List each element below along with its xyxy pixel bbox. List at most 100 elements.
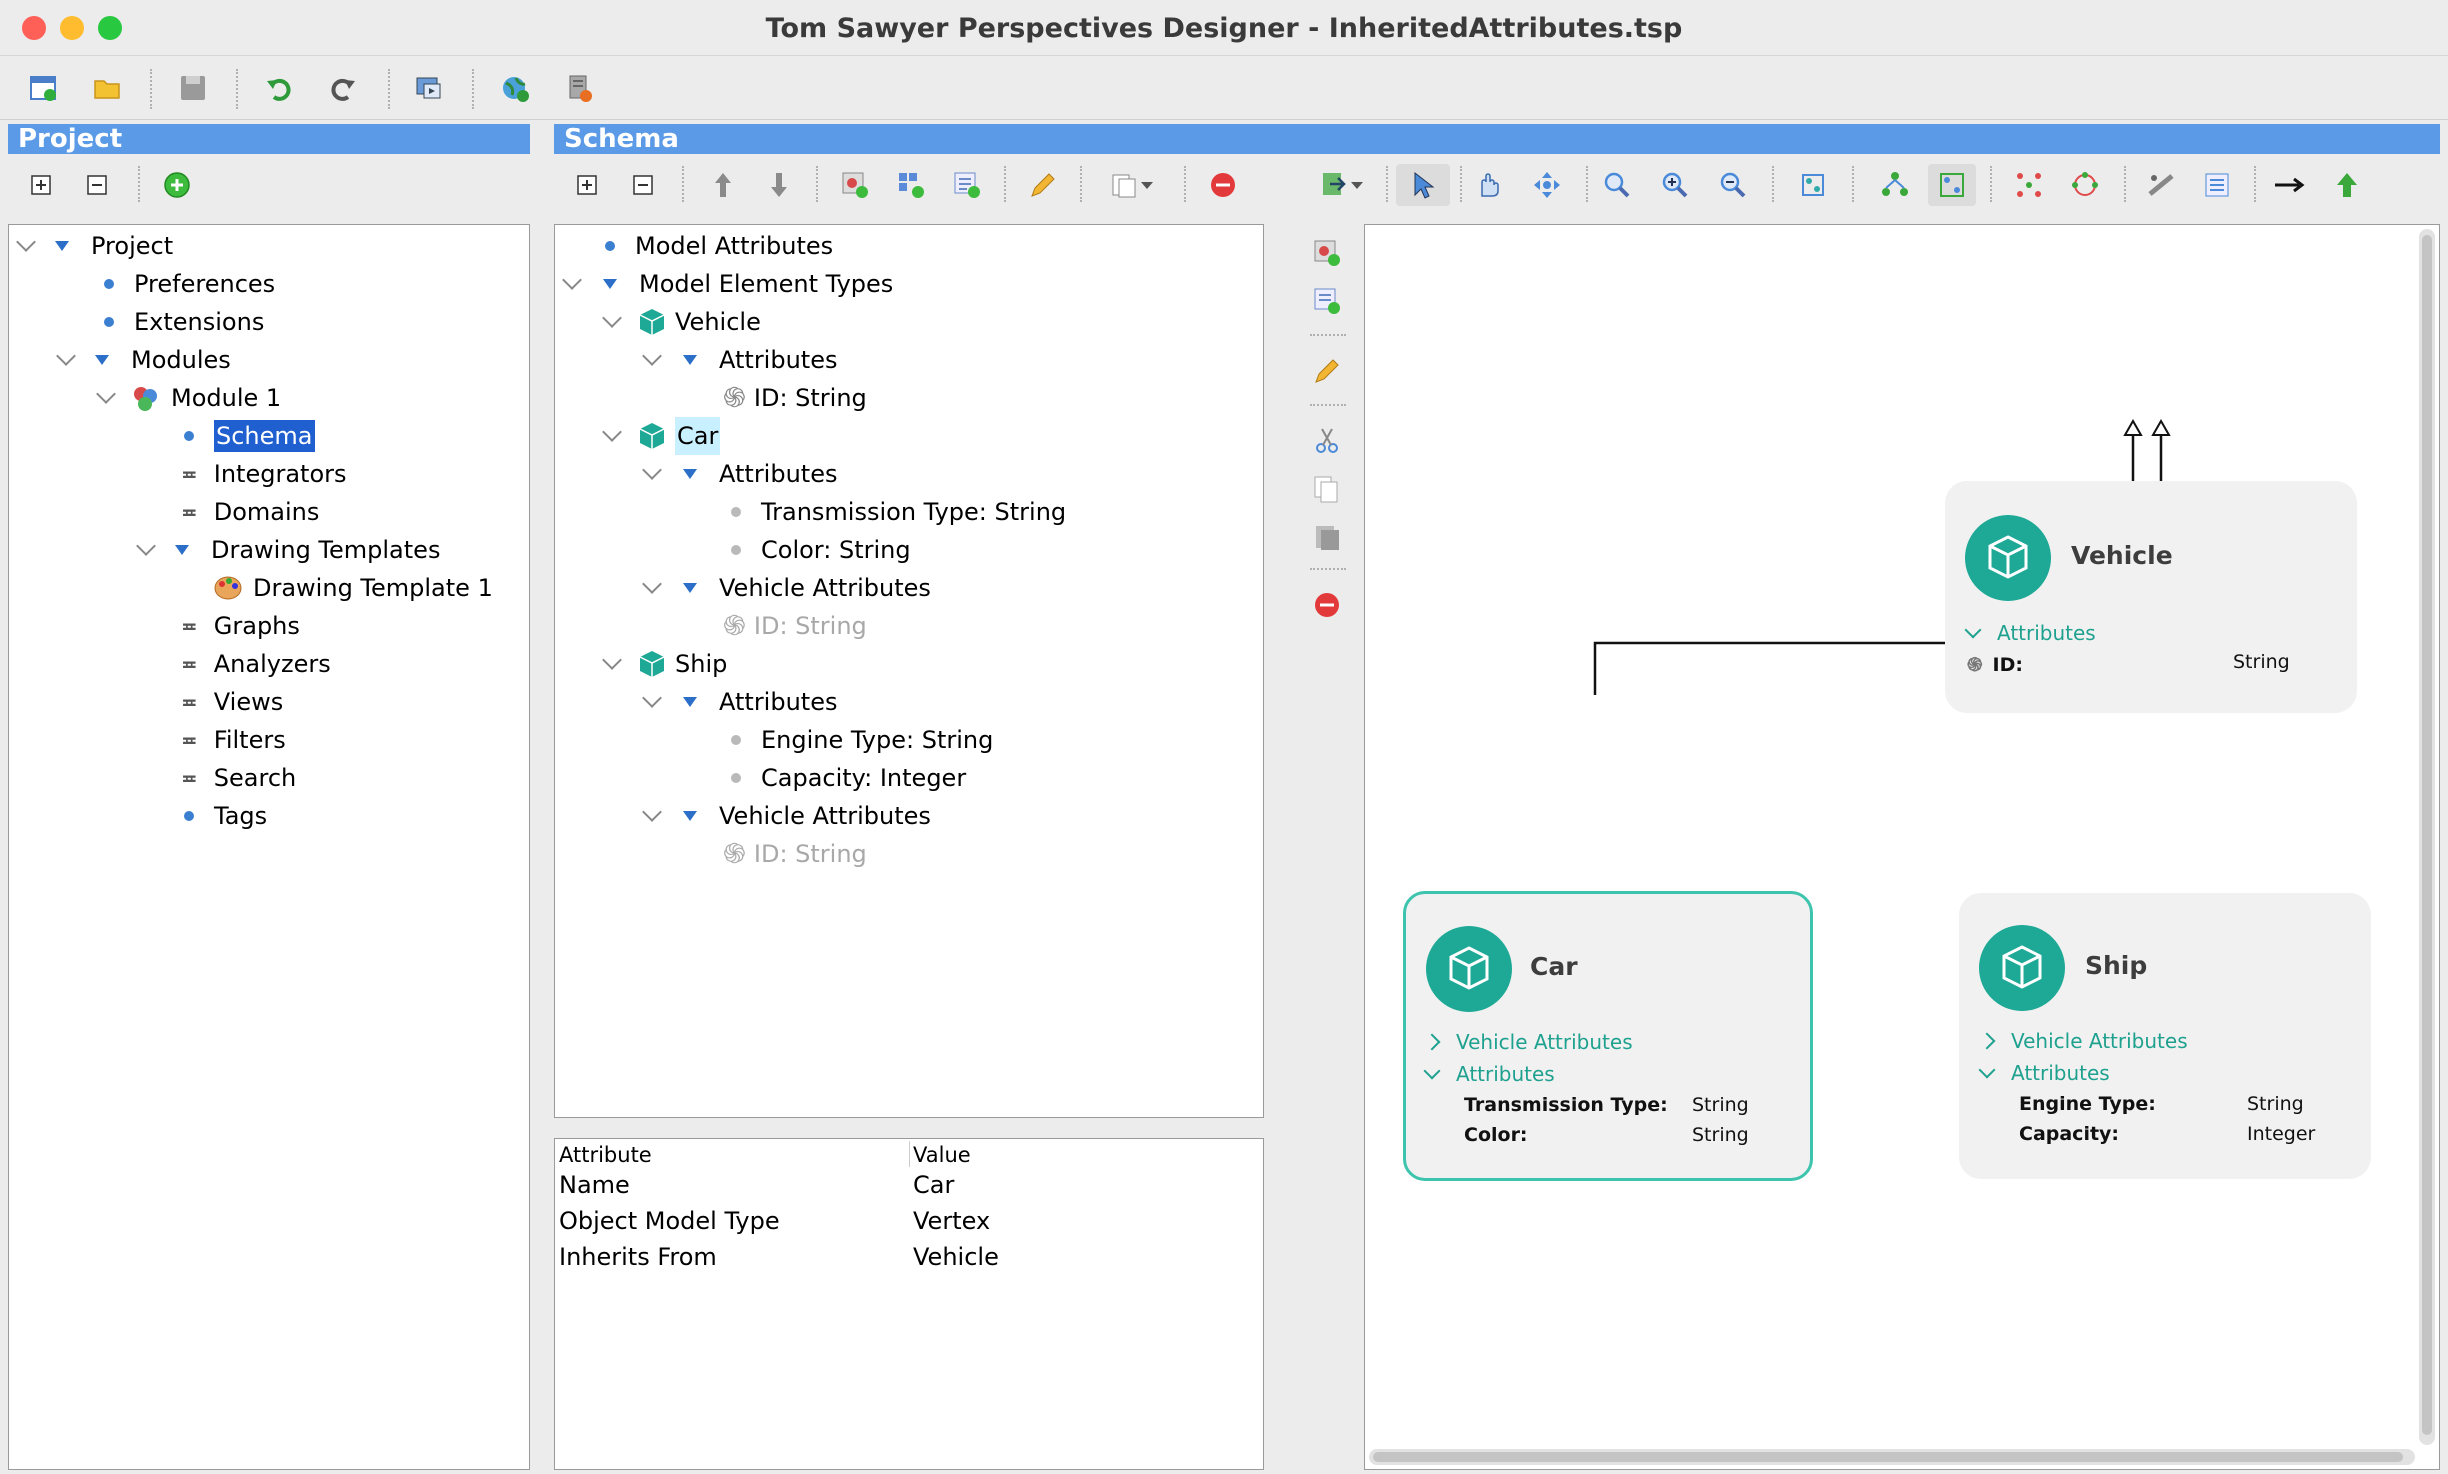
- tree-item-car-inherited-id[interactable]: ֍ ID: String: [723, 607, 867, 645]
- tree-item-analyzers[interactable]: ≖ Analyzers: [181, 645, 331, 683]
- import-menu-button[interactable]: [1312, 166, 1372, 204]
- tree-item-drawing-template-1[interactable]: Drawing Template 1: [213, 569, 493, 607]
- circular-layout-button[interactable]: [2066, 166, 2104, 204]
- add-type-button[interactable]: [836, 166, 874, 204]
- tree-item-schema[interactable]: Schema: [184, 417, 315, 455]
- horizontal-scrollbar[interactable]: [1369, 1449, 2415, 1465]
- schema-expand-button[interactable]: [568, 166, 606, 204]
- tree-item-model-element-types[interactable]: Model Element Types: [562, 265, 893, 303]
- arrow-right-icon: [2275, 177, 2305, 193]
- move-up-button[interactable]: [704, 166, 742, 204]
- tree-item-tags[interactable]: Tags: [184, 797, 267, 835]
- tree-item-ship-vehicle-attributes[interactable]: Vehicle Attributes: [642, 797, 931, 835]
- add-group-button[interactable]: [892, 166, 930, 204]
- tree-item-integrators[interactable]: ≖ Integrators: [181, 455, 347, 493]
- tree-item-ship-attributes[interactable]: Attributes: [642, 683, 837, 721]
- expand-all-button[interactable]: [22, 166, 60, 204]
- new-project-button[interactable]: [24, 69, 62, 107]
- ship-attributes-section[interactable]: Attributes: [1978, 1061, 2110, 1085]
- zoom-out-button[interactable]: [1714, 166, 1752, 204]
- delete-button[interactable]: [1204, 166, 1242, 204]
- tree-item-graphs[interactable]: ≖ Graphs: [181, 607, 300, 645]
- tree-item-filters[interactable]: ≖ Filters: [181, 721, 286, 759]
- undo-button[interactable]: [260, 69, 298, 107]
- export-button[interactable]: [560, 69, 598, 107]
- car-vehicle-attributes-section[interactable]: Vehicle Attributes: [1423, 1030, 1633, 1054]
- ship-node[interactable]: Ship Vehicle Attributes Attributes Engin…: [1959, 893, 2371, 1179]
- tree-item-model-attributes[interactable]: Model Attributes: [605, 227, 833, 265]
- prop-value[interactable]: Vehicle: [913, 1243, 999, 1271]
- tree-item-vehicle-id[interactable]: ֍ ID: String: [723, 379, 867, 417]
- edit-side-button[interactable]: [1308, 352, 1346, 390]
- ship-node-title: Ship: [2085, 951, 2148, 980]
- tree-item-car-vehicle-attributes[interactable]: Vehicle Attributes: [642, 569, 931, 607]
- prop-value[interactable]: Vertex: [913, 1207, 990, 1235]
- tree-item-ship-inherited-id[interactable]: ֍ ID: String: [723, 835, 867, 873]
- add-node-button[interactable]: [1308, 234, 1346, 272]
- edit-button[interactable]: [1024, 166, 1062, 204]
- vertical-scroll-thumb[interactable]: [2422, 235, 2432, 1435]
- zoom-in-button[interactable]: [1656, 166, 1694, 204]
- prop-value[interactable]: Car: [913, 1171, 954, 1199]
- fit-view-button[interactable]: [1794, 166, 1832, 204]
- vehicle-node[interactable]: Vehicle Attributes ֍ ID: String: [1945, 481, 2357, 713]
- symmetric-layout-button[interactable]: [1928, 164, 1976, 206]
- tree-item-domains[interactable]: ≖ Domains: [181, 493, 319, 531]
- collapse-all-button[interactable]: [78, 166, 116, 204]
- pan-tool-button[interactable]: [1470, 166, 1508, 204]
- copy-side-button[interactable]: [1308, 470, 1346, 508]
- redo-button[interactable]: [324, 69, 362, 107]
- tree-item-car-color[interactable]: Color: String: [731, 531, 911, 569]
- zoom-box-button[interactable]: [1598, 166, 1636, 204]
- car-node[interactable]: Car Vehicle Attributes Attributes Transm…: [1403, 891, 1813, 1181]
- tree-item-preferences[interactable]: Preferences: [104, 265, 275, 303]
- tree-item-ship-capacity[interactable]: Capacity: Integer: [731, 759, 966, 797]
- tree-item-vehicle[interactable]: Vehicle: [602, 303, 761, 341]
- tree-item-module-1[interactable]: Module 1: [96, 379, 281, 417]
- preview-button[interactable]: [410, 69, 448, 107]
- vehicle-attributes-section[interactable]: Attributes: [1964, 621, 2096, 645]
- tree-item-vehicle-attributes[interactable]: Attributes: [642, 341, 837, 379]
- tree-item-car-attributes[interactable]: Attributes: [642, 455, 837, 493]
- tree-item-views[interactable]: ≖ Views: [181, 683, 283, 721]
- tree-layout-button[interactable]: [2328, 166, 2366, 204]
- vehicle-node-title: Vehicle: [2071, 541, 2173, 570]
- orthogonal-layout-button[interactable]: [2010, 166, 2048, 204]
- open-project-button[interactable]: [88, 69, 126, 107]
- diagram-canvas[interactable]: Vehicle Attributes ֍ ID: String Car Vehic…: [1364, 224, 2440, 1470]
- tree-item-search[interactable]: ≖ Search: [181, 759, 296, 797]
- move-down-button[interactable]: [760, 166, 798, 204]
- copy-icon: [1112, 174, 1136, 198]
- schema-collapse-button[interactable]: [624, 166, 662, 204]
- add-attribute-side-button[interactable]: [1308, 282, 1346, 320]
- folder-icon: [94, 80, 120, 99]
- ship-vehicle-attributes-section[interactable]: Vehicle Attributes: [1978, 1029, 2188, 1053]
- deploy-button[interactable]: [496, 69, 534, 107]
- paste-button[interactable]: [1308, 518, 1346, 556]
- car-attributes-section[interactable]: Attributes: [1423, 1062, 1555, 1086]
- tree-item-extensions[interactable]: Extensions: [104, 303, 264, 341]
- move-tool-button[interactable]: [1528, 166, 1566, 204]
- route-button[interactable]: [2142, 166, 2180, 204]
- car-node-title: Car: [1530, 952, 1578, 981]
- tree-item-car-transmission[interactable]: Transmission Type: String: [731, 493, 1066, 531]
- tree-item-ship-engine[interactable]: Engine Type: String: [731, 721, 993, 759]
- tree-item-project[interactable]: Project: [16, 227, 173, 265]
- copy-menu-button[interactable]: [1102, 166, 1162, 204]
- expand-all-icon: [31, 175, 51, 195]
- save-button[interactable]: [174, 69, 212, 107]
- connect-button[interactable]: [2270, 166, 2308, 204]
- select-tool-button[interactable]: [1396, 164, 1450, 206]
- tree-item-drawing-templates[interactable]: Drawing Templates: [136, 531, 440, 569]
- tree-item-ship[interactable]: Ship: [602, 645, 727, 683]
- add-module-button[interactable]: [158, 166, 196, 204]
- tree-item-car[interactable]: Car: [602, 417, 721, 455]
- vertical-scrollbar[interactable]: [2419, 229, 2435, 1445]
- layout-button[interactable]: [1876, 166, 1914, 204]
- cut-button[interactable]: [1308, 422, 1346, 460]
- add-attribute-button[interactable]: [948, 166, 986, 204]
- properties-button[interactable]: [2198, 166, 2236, 204]
- horizontal-scroll-thumb[interactable]: [1373, 1452, 2403, 1462]
- delete-side-button[interactable]: [1308, 586, 1346, 624]
- tree-item-modules[interactable]: Modules: [56, 341, 231, 379]
